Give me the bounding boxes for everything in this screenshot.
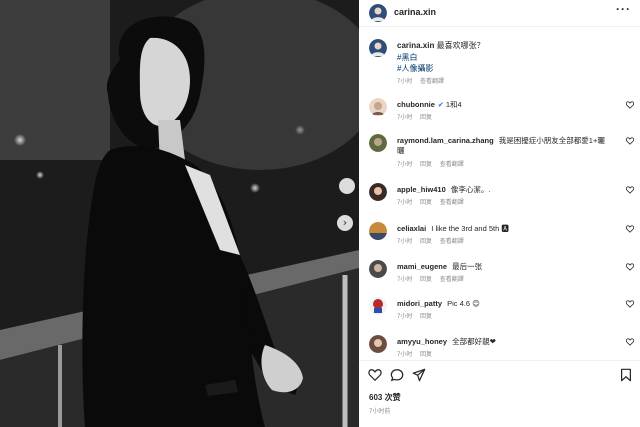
comment-time: 7小时 [397,239,413,245]
post-side-panel: carina.xin ··· carina.xin 最喜欢哪张？ #黑白 #人像… [359,0,640,427]
comment-time: 7小时 [397,115,413,121]
comment-meta: 7小时 回复 [397,311,438,320]
post-actions: 603 次赞 7小时前 [359,360,640,427]
comment-time: 7小时 [397,200,413,206]
share-icon[interactable] [412,368,426,382]
heart-icon[interactable] [626,225,634,233]
photo-image [0,0,359,427]
hashtag[interactable]: #黑白 [397,52,417,63]
comment-item: mami_eugene 最后一张 7小时 回复 查看翻譯 [359,260,640,300]
comment-meta: 7小时 回复 [397,112,438,121]
reply-link[interactable]: 回复 [420,162,432,168]
avatar[interactable] [369,39,387,57]
comment-time: 7小时 [397,162,413,168]
comment-item: midori_patty Pic 4.6 😊 7小时 回复 [359,297,640,337]
bookmark-icon[interactable] [619,368,633,382]
comment-meta: 7小时 回复 查看翻譯 [397,274,470,283]
reply-link[interactable]: 回复 [420,352,432,358]
heart-icon[interactable] [626,137,634,145]
translate-link[interactable]: 查看翻譯 [440,239,464,245]
post-username[interactable]: carina.xin [394,7,436,17]
heart-icon[interactable] [626,338,634,346]
next-photo-button[interactable]: › [337,215,353,231]
comment-time: 7小时 [397,314,413,320]
reply-link[interactable]: 回复 [420,239,432,245]
caption-meta: 7小时 查看翻譯 [397,76,450,85]
translate-link[interactable]: 查看翻譯 [420,79,444,85]
heart-icon[interactable] [626,186,634,194]
avatar[interactable] [369,260,387,278]
avatar[interactable] [369,134,387,152]
comment-meta: 7小时 回复 [397,349,438,358]
caption-body: 最喜欢哪张？ [436,41,485,50]
heart-icon[interactable] [626,101,634,109]
more-options-icon[interactable]: ··· [616,2,631,16]
comment-text: Pic 4.6 😊 [447,299,480,308]
caption-text: carina.xin 最喜欢哪张？ [397,40,485,51]
heart-icon[interactable] [626,300,634,308]
hashtag[interactable]: #人像攝影 [397,63,433,74]
comment-text: 全部都好靚❤ [452,337,496,346]
comment-text: 1和4 [445,100,462,109]
like-count[interactable]: 603 次赞 [369,392,401,403]
reply-link[interactable]: 回复 [420,314,432,320]
avatar[interactable] [369,98,387,116]
comment-time: 7小时 [397,352,413,358]
comment-item: chubonnie ✔ 1和4 7小时 回复 [359,98,640,138]
comment-meta: 7小时 回复 查看翻譯 [397,159,470,168]
comment-text: 最后一张 [452,262,483,271]
post-time: 7小时前 [369,409,391,415]
comment-username[interactable]: chubonnie [397,100,435,109]
post-photo[interactable]: › [0,0,359,427]
avatar[interactable] [369,4,387,22]
avatar[interactable] [369,297,387,315]
comment-item: apple_hiw410 像李心潔。. 7小时 回复 查看翻譯 [359,183,640,223]
comment-username[interactable]: amyyu_honey [397,337,447,346]
comment-username[interactable]: midori_patty [397,299,442,308]
avatar[interactable] [369,183,387,201]
reply-link[interactable]: 回复 [420,115,432,121]
post-caption: carina.xin 最喜欢哪张？ #黑白 #人像攝影 7小时 查看翻譯 [359,27,640,89]
reply-link[interactable]: 回复 [420,277,432,283]
comment-text: I like the 3rd and 5th 🅰 [431,224,509,233]
avatar[interactable] [369,335,387,353]
reply-link[interactable]: 回复 [420,200,432,206]
comment-time: 7小时 [397,277,413,283]
caption-time: 7小时 [397,79,413,85]
comment-username[interactable]: mami_eugene [397,262,447,271]
post-header: carina.xin ··· [359,0,640,27]
comment-item: celiaxlai I like the 3rd and 5th 🅰 7小时 回… [359,222,640,262]
translate-link[interactable]: 查看翻譯 [440,200,464,206]
translate-link[interactable]: 查看翻譯 [440,162,464,168]
translate-link[interactable]: 查看翻譯 [440,277,464,283]
comment-icon[interactable] [390,368,404,382]
comment-meta: 7小时 回复 查看翻譯 [397,236,470,245]
comment-username[interactable]: apple_hiw410 [397,185,446,194]
avatar[interactable] [369,222,387,240]
heart-icon[interactable] [626,263,634,271]
like-heart-icon[interactable] [368,368,382,382]
comment-item: raymond.lam_carina.zhang 我是困擾症小朋友全部都愛1+曬… [359,134,640,174]
comment-text: 像李心潔。. [450,185,491,194]
caption-username[interactable]: carina.xin [397,41,434,50]
comment-meta: 7小时 回复 查看翻譯 [397,197,470,206]
verified-icon: ✔ [437,102,444,109]
comment-username[interactable]: raymond.lam_carina.zhang [397,136,494,145]
comment-username[interactable]: celiaxlai [397,224,426,233]
